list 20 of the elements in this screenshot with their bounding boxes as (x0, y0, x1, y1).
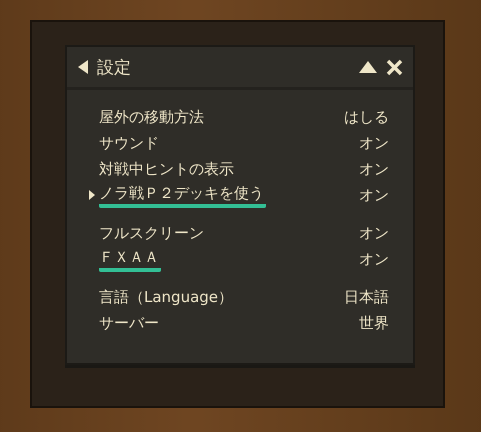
setting-label[interactable]: サウンド (99, 132, 359, 154)
setting-label[interactable]: サーバー (99, 312, 359, 334)
setting-value[interactable]: 日本語 (344, 288, 389, 306)
setting-label[interactable]: フルスクリーン (99, 222, 359, 244)
setting-label[interactable]: 屋外の移動方法 (99, 106, 344, 128)
setting-value[interactable]: オン (359, 224, 389, 242)
setting-value[interactable]: オン (359, 160, 389, 178)
setting-label[interactable]: ＦＸＡＡ (99, 246, 161, 272)
setting-value[interactable]: はしる (344, 108, 389, 126)
setting-value[interactable]: オン (359, 250, 389, 268)
setting-label[interactable]: 言語（Language） (99, 286, 344, 308)
setting-label[interactable]: ノラ戦Ｐ２デッキを使う (99, 182, 266, 208)
setting-value[interactable]: オン (359, 134, 389, 152)
setting-value[interactable]: 世界 (359, 314, 389, 332)
collapse-icon[interactable] (358, 60, 378, 74)
setting-value[interactable]: オン (359, 186, 389, 204)
setting-label[interactable]: 対戦中ヒントの表示 (99, 158, 359, 180)
window-title: 設定 (97, 56, 131, 78)
back-icon[interactable] (77, 59, 89, 75)
close-icon[interactable] (386, 58, 403, 76)
